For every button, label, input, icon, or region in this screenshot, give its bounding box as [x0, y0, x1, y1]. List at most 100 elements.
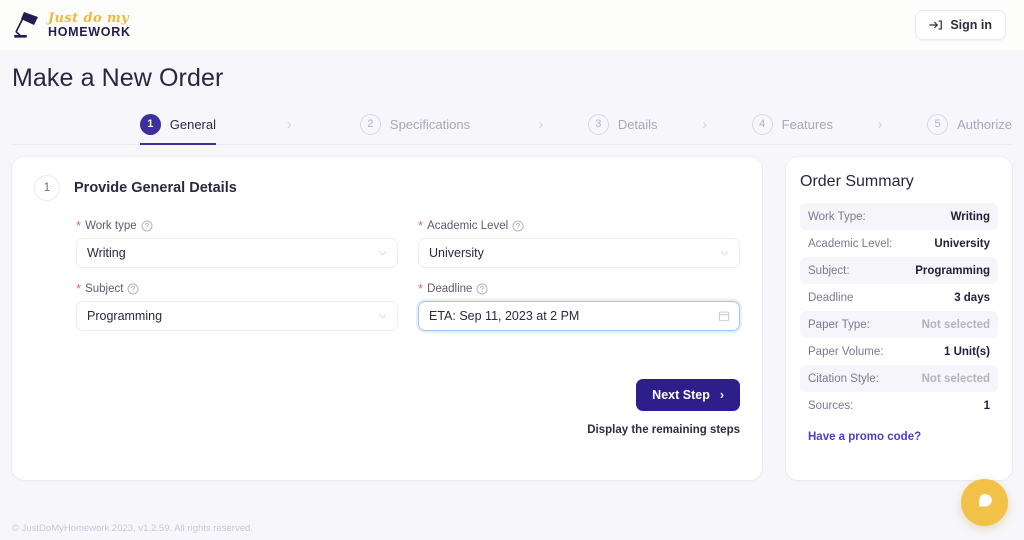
deadline-label-row: * Deadline — [418, 282, 740, 295]
sign-in-label: Sign in — [950, 18, 992, 32]
deadline-value: ETA: Sep 11, 2023 at 2 PM — [429, 309, 580, 323]
logo-word-text: HOMEWORK — [48, 24, 131, 39]
step-details[interactable]: 3 Details — [587, 104, 658, 144]
order-page: Just do my HOMEWORK Sign in Make a New O… — [0, 0, 1024, 540]
step-navigation: 1 General › 2 Specifications › 3 Details… — [12, 105, 1012, 145]
summary-value: Programming — [915, 264, 990, 277]
chevron-right-icon: › — [719, 388, 724, 402]
summary-key: Citation Style: — [808, 372, 879, 385]
summary-key: Work Type: — [808, 210, 866, 223]
step-details-label: Details — [617, 116, 658, 132]
app-header: Just do my HOMEWORK Sign in — [0, 0, 1024, 50]
chevron-right-icon-1: › — [286, 115, 292, 133]
page-title: Make a New Order — [12, 64, 224, 92]
step-general[interactable]: 1 General — [139, 105, 216, 145]
step-specifications-label: Specifications — [389, 116, 471, 132]
step-authorize-number: 5 — [927, 113, 949, 135]
summary-key: Sources: — [808, 399, 854, 412]
summary-value: 3 days — [954, 291, 990, 304]
help-circle-icon[interactable] — [127, 283, 139, 295]
step-authorize[interactable]: 5 Authorize — [927, 104, 1012, 144]
calendar-icon[interactable] — [718, 310, 730, 322]
required-asterisk-icon: * — [76, 218, 82, 233]
summary-row-paper-type: Paper Type: Not selected — [800, 311, 998, 338]
required-asterisk-icon: * — [76, 281, 82, 296]
deadline-field: * Deadline ETA: Sep 11, 2023 at 2 PM — [418, 282, 740, 331]
chat-bubble-icon — [975, 491, 995, 514]
work-type-value: Writing — [87, 246, 126, 260]
summary-value: 1 — [983, 399, 990, 412]
form-column-right: * Academic Level University * Deadline E… — [418, 219, 740, 345]
step-specifications[interactable]: 2 Specifications — [359, 104, 471, 144]
summary-row-subject: Subject: Programming — [800, 257, 998, 284]
summary-value: Not selected — [921, 372, 990, 385]
logo-script-text: Just do my — [48, 10, 130, 26]
required-asterisk-icon: * — [418, 218, 424, 233]
general-details-card: 1 Provide General Details * Work type Wr… — [12, 157, 762, 480]
summary-value: 1 Unit(s) — [944, 345, 990, 358]
form-fields: * Work type Writing * Subject Programmin… — [34, 219, 740, 345]
step-details-number: 3 — [587, 113, 609, 135]
work-type-select[interactable]: Writing — [76, 238, 398, 268]
chevron-right-icon-3: › — [702, 115, 708, 133]
sign-in-button[interactable]: Sign in — [915, 10, 1006, 40]
card-header: 1 Provide General Details — [34, 175, 740, 201]
chevron-down-icon — [377, 248, 388, 259]
step-general-label: General — [169, 116, 216, 132]
summary-key: Subject: — [808, 264, 850, 277]
card-heading: Provide General Details — [74, 180, 237, 196]
subject-value: Programming — [87, 309, 163, 323]
work-type-field: * Work type Writing — [76, 219, 398, 268]
step-authorize-label: Authorize — [957, 116, 1012, 132]
summary-row-deadline: Deadline 3 days — [800, 284, 998, 311]
step-general-number: 1 — [139, 113, 161, 135]
next-step-label: Next Step — [652, 388, 710, 402]
summary-value: Not selected — [921, 318, 990, 331]
chevron-down-icon — [719, 248, 730, 259]
footer: © JustDoMyHomework 2023, v1.2.59. All ri… — [0, 516, 1024, 540]
academic-level-value: University — [429, 246, 484, 260]
chevron-right-icon-4: › — [877, 115, 883, 133]
main-content: 1 Provide General Details * Work type Wr… — [0, 145, 1024, 480]
order-summary-title: Order Summary — [800, 173, 914, 190]
summary-row-academic-level: Academic Level: University — [800, 230, 998, 257]
desk-lamp-icon — [10, 8, 44, 42]
summary-row-work-type: Work Type: Writing — [800, 203, 998, 230]
summary-row-paper-volume: Paper Volume: 1 Unit(s) — [800, 338, 998, 365]
next-step-button[interactable]: Next Step › — [636, 379, 740, 411]
step-features[interactable]: 4 Features — [751, 104, 833, 144]
deadline-label: Deadline — [427, 282, 473, 295]
subject-select[interactable]: Programming — [76, 301, 398, 331]
summary-row-sources: Sources: 1 — [800, 392, 998, 419]
help-circle-icon[interactable] — [141, 220, 153, 232]
subject-label: Subject — [85, 282, 124, 295]
card-step-number: 1 — [34, 175, 60, 201]
step-specifications-number: 2 — [359, 113, 381, 135]
academic-level-select[interactable]: University — [418, 238, 740, 268]
brand-logo[interactable]: Just do my HOMEWORK — [10, 8, 131, 42]
summary-key: Paper Volume: — [808, 345, 884, 358]
help-circle-icon[interactable] — [476, 283, 488, 295]
chevron-right-icon-2: › — [538, 115, 544, 133]
step-features-number: 4 — [751, 113, 773, 135]
step-features-label: Features — [781, 116, 833, 132]
required-asterisk-icon: * — [418, 281, 424, 296]
academic-level-label: Academic Level — [427, 219, 509, 232]
sign-in-arrow-icon — [929, 18, 943, 32]
work-type-label: Work type — [85, 219, 137, 232]
summary-key: Academic Level: — [808, 237, 893, 250]
academic-level-label-row: * Academic Level — [418, 219, 740, 232]
promo-code-link[interactable]: Have a promo code? — [808, 431, 921, 443]
copyright-text: © JustDoMyHomework 2023, v1.2.59. All ri… — [12, 522, 253, 534]
remaining-steps-hint[interactable]: Display the remaining steps — [587, 424, 740, 436]
summary-value: Writing — [950, 210, 990, 223]
chevron-down-icon — [377, 311, 388, 322]
form-actions: Next Step › Display the remaining steps — [587, 379, 740, 436]
order-summary-card: Order Summary Work Type: Writing Academi… — [786, 157, 1012, 480]
subject-field: * Subject Programming — [76, 282, 398, 331]
summary-key: Paper Type: — [808, 318, 870, 331]
deadline-input[interactable]: ETA: Sep 11, 2023 at 2 PM — [418, 301, 740, 331]
subject-label-row: * Subject — [76, 282, 398, 295]
chat-widget-button[interactable] — [961, 479, 1008, 526]
help-circle-icon[interactable] — [512, 220, 524, 232]
